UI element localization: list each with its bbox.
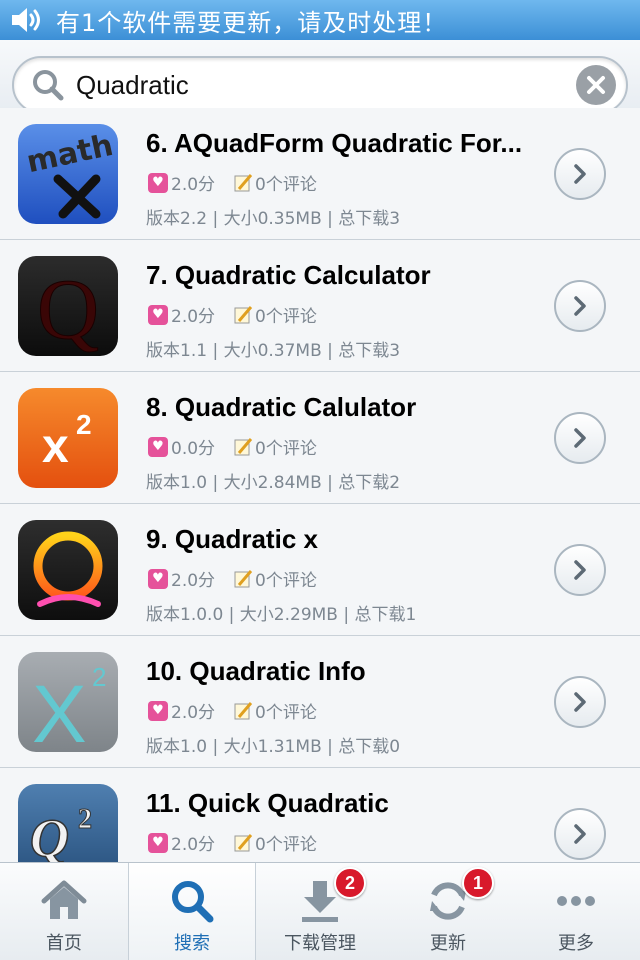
heart-icon: ♥	[148, 568, 168, 589]
open-app-button[interactable]	[554, 676, 606, 728]
tab-label: 首页	[46, 933, 82, 954]
app-comments: 0个评论	[255, 571, 317, 591]
app-title: 8. Quadratic Calulator	[146, 392, 417, 422]
app-rating: 2.0分	[171, 835, 216, 855]
tab-downloads[interactable]: 下载管理 2	[256, 863, 384, 960]
app-list-item[interactable]: x 2 8. Quadratic Calulator ♥ 0.0分 0个评论 版…	[0, 372, 640, 504]
app-info: 版本1.1 | 大小0.37MB | 总下载3	[146, 341, 401, 361]
app-title: 10. Quadratic Info	[146, 656, 366, 686]
pencil-icon	[234, 833, 253, 851]
app-info: 版本1.0 | 大小2.84MB | 总下载2	[146, 473, 401, 493]
app-list-item[interactable]: Q 7. Quadratic Calculator ♥ 2.0分 0个评论 版本…	[0, 240, 640, 372]
app-title: 6. AQuadForm Quadratic For...	[146, 128, 523, 158]
app-title: 7. Quadratic Calculator	[146, 260, 431, 290]
app-meta: ♥ 2.0分 0个评论	[148, 302, 317, 327]
app-rating: 2.0分	[171, 703, 216, 723]
app-rating: 2.0分	[171, 175, 216, 195]
clear-search-button[interactable]	[576, 65, 616, 105]
app-rating: 2.0分	[171, 571, 216, 591]
x-squared-icon: x 2	[18, 388, 118, 488]
app-comments: 0个评论	[255, 307, 317, 327]
app-rating: 0.0分	[171, 439, 216, 459]
tab-label: 更新	[430, 933, 466, 954]
app-meta: ♥ 2.0分 0个评论	[148, 170, 317, 195]
pencil-icon	[234, 437, 253, 455]
tab-home[interactable]: 首页	[0, 863, 128, 960]
q-ring-icon	[18, 520, 118, 620]
svg-text:x: x	[42, 420, 69, 473]
close-icon	[587, 76, 605, 94]
pencil-icon	[234, 173, 253, 191]
svg-text:2: 2	[78, 804, 92, 835]
chevron-right-icon	[574, 824, 586, 844]
app-meta: ♥ 0.0分 0个评论	[148, 434, 317, 459]
chevron-right-icon	[574, 428, 586, 448]
home-icon	[41, 880, 87, 919]
search-icon	[33, 70, 64, 101]
app-info: 版本1.0 | 大小1.31MB | 总下载0	[146, 737, 401, 757]
heart-icon: ♥	[148, 172, 168, 193]
app-meta: ♥ 2.0分 0个评论	[148, 698, 317, 723]
svg-text:Q: Q	[37, 261, 99, 356]
tab-more[interactable]: 更多	[512, 863, 640, 960]
app-info: 版本1.0.0 | 大小2.29MB | 总下载1	[146, 605, 417, 625]
svg-text:2: 2	[92, 662, 106, 692]
app-info: 版本2.2 | 大小0.35MB | 总下载3	[146, 209, 401, 229]
heart-icon: ♥	[148, 700, 168, 721]
q-letter-icon: Q	[18, 256, 118, 356]
chevron-right-icon	[574, 560, 586, 580]
open-app-button[interactable]	[554, 412, 606, 464]
heart-icon: ♥	[148, 304, 168, 325]
app-list-item[interactable]: 9. Quadratic x ♥ 2.0分 0个评论 版本1.0.0 | 大小2…	[0, 504, 640, 636]
app-title: 11. Quick Quadratic	[146, 788, 389, 818]
search-icon	[172, 881, 214, 923]
app-meta: ♥ 2.0分 0个评论	[148, 566, 317, 591]
app-comments: 0个评论	[255, 703, 317, 723]
open-app-button[interactable]	[554, 148, 606, 200]
svg-text:Q: Q	[30, 808, 69, 862]
tab-label: 搜索	[174, 933, 210, 954]
search-results-list[interactable]: math 6. AQuadForm Quadratic For... ♥ 2.0…	[0, 106, 640, 862]
app-title: 9. Quadratic x	[146, 524, 318, 554]
search-query: Quadratic	[76, 69, 189, 100]
heart-icon: ♥	[148, 436, 168, 457]
app-comments: 0个评论	[255, 175, 317, 195]
q-squared-icon: Q 2	[18, 784, 118, 862]
app-rating: 2.0分	[171, 307, 216, 327]
tab-label: 更多	[558, 933, 594, 954]
tab-search[interactable]: 搜索	[128, 863, 256, 960]
update-count-badge: 1	[462, 867, 494, 899]
big-x-squared-icon: X 2	[18, 652, 118, 752]
heart-icon: ♥	[148, 832, 168, 853]
speaker-icon	[12, 8, 40, 32]
tab-updates[interactable]: 更新 1	[384, 863, 512, 960]
app-list-item[interactable]: Q 2 11. Quick Quadratic ♥ 2.0分 0个评论	[0, 768, 640, 862]
chevron-right-icon	[574, 692, 586, 712]
open-app-button[interactable]	[554, 544, 606, 596]
open-app-button[interactable]	[554, 808, 606, 860]
app-meta: ♥ 2.0分 0个评论	[148, 830, 317, 855]
svg-text:2: 2	[76, 409, 92, 440]
update-notification-banner[interactable]: 有1个软件需要更新，请及时处理！	[0, 0, 640, 40]
pencil-icon	[234, 701, 253, 719]
app-list-item[interactable]: math 6. AQuadForm Quadratic For... ♥ 2.0…	[0, 108, 640, 240]
math-tools-icon: math	[18, 124, 118, 224]
app-comments: 0个评论	[255, 835, 317, 855]
svg-text:math: math	[24, 128, 117, 180]
bottom-tab-bar: 首页 搜索 下载管理 2 更新 1 更多	[0, 862, 640, 960]
app-comments: 0个评论	[255, 439, 317, 459]
more-icon	[557, 896, 595, 906]
download-count-badge: 2	[334, 867, 366, 899]
tab-label: 下载管理	[284, 933, 356, 954]
chevron-right-icon	[574, 296, 586, 316]
pencil-icon	[234, 569, 253, 587]
banner-text: 有1个软件需要更新，请及时处理！	[56, 8, 448, 37]
open-app-button[interactable]	[554, 280, 606, 332]
app-list-item[interactable]: X 2 10. Quadratic Info ♥ 2.0分 0个评论 版本1.0…	[0, 636, 640, 768]
chevron-right-icon	[574, 164, 586, 184]
pencil-icon	[234, 305, 253, 323]
svg-text:X: X	[32, 669, 87, 752]
